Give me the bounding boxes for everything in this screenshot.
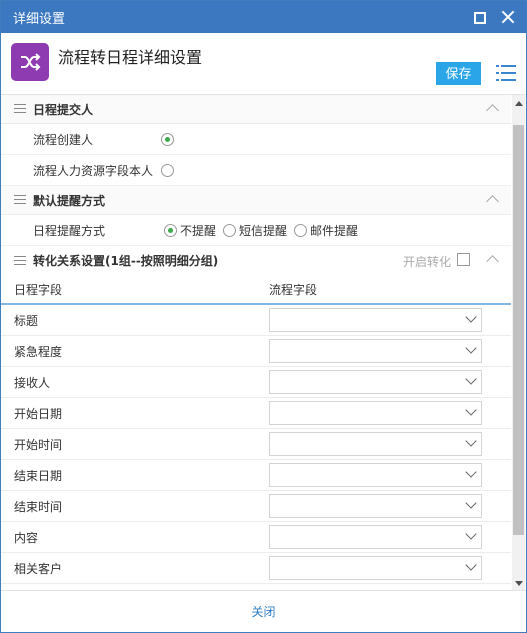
- schedule-field-name: 紧急程度: [14, 344, 63, 359]
- window-title: 详细设置: [13, 11, 66, 27]
- enable-convert-label: 开启转化: [402, 255, 451, 269]
- flow-field-cell: [269, 432, 499, 456]
- option-label: 流程人力资源字段本人: [33, 163, 154, 178]
- flow-field-cell: [269, 370, 499, 394]
- reminder-row: 日程提醒方式 不提醒 短信提醒 邮件提醒: [1, 215, 511, 246]
- table-row: 标题: [1, 305, 511, 336]
- radio-label: 邮件提醒: [310, 223, 359, 238]
- list-icon[interactable]: [496, 64, 516, 82]
- flow-field-cell: [269, 401, 499, 425]
- table-row: 内容: [1, 522, 511, 553]
- flow-field-select[interactable]: [269, 370, 482, 394]
- flow-field-select[interactable]: [269, 556, 482, 580]
- col-schedule-field: 日程字段: [14, 282, 63, 297]
- schedule-field-name: 接收人: [14, 375, 51, 390]
- scroll-down-arrow[interactable]: [515, 581, 523, 586]
- section-submitter-header[interactable]: 日程提交人: [1, 95, 511, 124]
- chevron-down-icon: [465, 559, 477, 571]
- flow-field-select[interactable]: [269, 401, 482, 425]
- mapping-table-body: 标题紧急程度接收人开始日期开始时间结束日期结束时间内容相关客户: [1, 305, 511, 584]
- drag-handle-icon: [14, 104, 26, 114]
- chevron-down-icon: [465, 466, 477, 478]
- scroll-thumb[interactable]: [513, 125, 524, 535]
- content-area: 日程提交人 流程创建人 流程人力资源字段本人 默认提醒方式 日程提醒方式 不提醒…: [1, 95, 511, 591]
- table-row: 接收人: [1, 367, 511, 398]
- shuffle-icon: [11, 43, 49, 81]
- flow-field-select[interactable]: [269, 308, 482, 332]
- close-icon[interactable]: [500, 9, 516, 25]
- flow-field-select[interactable]: [269, 432, 482, 456]
- table-row: 结束时间: [1, 491, 511, 522]
- flow-field-cell: [269, 556, 499, 580]
- submitter-option-creator: 流程创建人: [1, 124, 511, 155]
- radio-no-remind[interactable]: 不提醒: [161, 222, 216, 239]
- schedule-field-name: 相关客户: [14, 561, 63, 576]
- schedule-field-name: 内容: [14, 530, 39, 545]
- page-header: 流程转日程详细设置 保存: [1, 33, 526, 95]
- section-reminder-header[interactable]: 默认提醒方式: [1, 186, 511, 215]
- section-title: 默认提醒方式: [33, 193, 106, 208]
- col-flow-field: 流程字段: [269, 282, 318, 297]
- flow-field-select[interactable]: [269, 463, 482, 487]
- radio-label: 短信提醒: [239, 223, 288, 238]
- close-link[interactable]: 关闭: [251, 603, 275, 620]
- reminder-radio-group: 不提醒 短信提醒 邮件提醒: [161, 222, 362, 239]
- vertical-scrollbar[interactable]: [512, 95, 525, 591]
- flow-field-cell: [269, 463, 499, 487]
- radio-sms-remind[interactable]: 短信提醒: [220, 222, 287, 239]
- enable-convert-checkbox[interactable]: [457, 253, 470, 266]
- schedule-field-name: 开始时间: [14, 437, 63, 452]
- section-title: 日程提交人: [33, 102, 94, 117]
- table-row: 开始时间: [1, 429, 511, 460]
- chevron-down-icon: [465, 497, 477, 509]
- flow-field-select[interactable]: [269, 339, 482, 363]
- chevron-down-icon: [465, 528, 477, 540]
- flow-field-cell: [269, 494, 499, 518]
- chevron-down-icon: [465, 373, 477, 385]
- titlebar: 详细设置: [1, 1, 526, 33]
- table-row: 结束日期: [1, 460, 511, 491]
- flow-field-select[interactable]: [269, 494, 482, 518]
- radio-label: 不提醒: [180, 223, 217, 238]
- schedule-field-name: 开始日期: [14, 406, 63, 421]
- chevron-down-icon: [465, 311, 477, 323]
- schedule-field-name: 结束日期: [14, 468, 63, 483]
- radio-hr-field[interactable]: [161, 163, 174, 177]
- maximize-icon[interactable]: [474, 12, 486, 24]
- option-label: 流程创建人: [33, 132, 94, 147]
- schedule-field-name: 标题: [14, 313, 39, 328]
- collapse-icon[interactable]: [486, 255, 499, 268]
- drag-handle-icon: [14, 255, 26, 266]
- flow-field-cell: [269, 339, 499, 363]
- table-row: 相关客户: [1, 553, 511, 584]
- radio-email-remind[interactable]: 邮件提醒: [291, 222, 358, 239]
- table-row: 紧急程度: [1, 336, 511, 367]
- collapse-icon[interactable]: [486, 195, 499, 208]
- collapse-icon[interactable]: [486, 104, 499, 117]
- drag-handle-icon: [14, 195, 26, 205]
- radio-dot[interactable]: [164, 223, 177, 237]
- save-button[interactable]: 保存: [436, 62, 481, 85]
- reminder-label: 日程提醒方式: [33, 223, 106, 238]
- radio-dot[interactable]: [294, 223, 308, 237]
- submitter-option-hr-field: 流程人力资源字段本人: [1, 155, 511, 186]
- chevron-down-icon: [465, 342, 477, 354]
- mapping-table-header: 日程字段 流程字段: [1, 275, 511, 305]
- scroll-up-arrow[interactable]: [515, 101, 523, 106]
- page-title: 流程转日程详细设置: [58, 48, 203, 67]
- dialog-footer: 关闭: [1, 590, 526, 632]
- flow-field-cell: [269, 308, 499, 332]
- flow-field-cell: [269, 525, 499, 549]
- section-title: 转化关系设置(1组--按照明细分组): [33, 254, 219, 268]
- section-mapping-header[interactable]: 转化关系设置(1组--按照明细分组) 开启转化: [1, 246, 511, 275]
- chevron-down-icon: [465, 435, 477, 447]
- flow-field-select[interactable]: [269, 525, 482, 549]
- chevron-down-icon: [465, 404, 477, 416]
- table-row: 开始日期: [1, 398, 511, 429]
- schedule-field-name: 结束时间: [14, 499, 63, 514]
- settings-dialog: 详细设置 流程转日程详细设置 保存 日程提交人 流程创建人 流程人力资源字段本人…: [0, 0, 527, 633]
- radio-creator[interactable]: [161, 132, 174, 146]
- radio-dot[interactable]: [223, 223, 237, 237]
